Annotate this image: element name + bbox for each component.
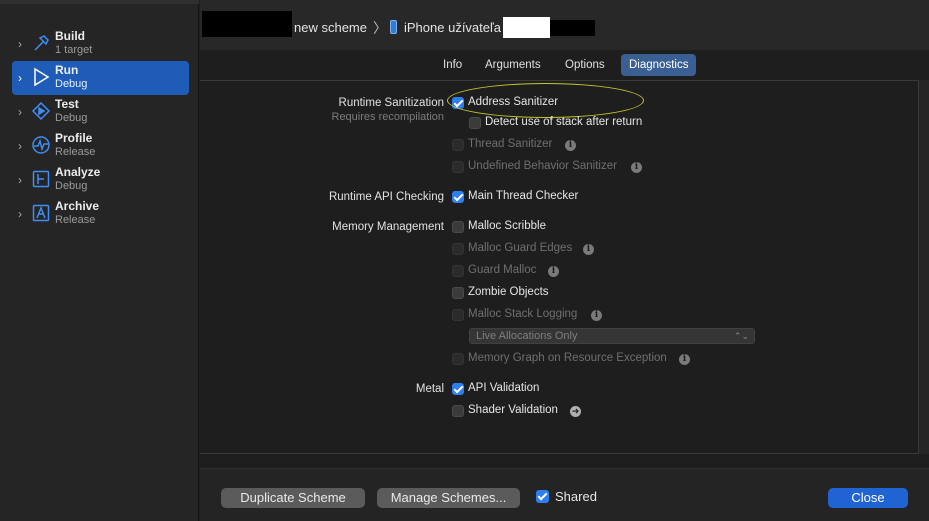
malloc-guard-edges-checkbox[interactable] — [452, 243, 464, 255]
close-button[interactable]: Close — [828, 488, 908, 508]
malloc-scribble-checkbox[interactable] — [452, 221, 464, 233]
sidebar-item-test[interactable]: › Test Debug — [12, 95, 189, 129]
info-icon[interactable]: i — [591, 310, 602, 321]
sidebar-item-sublabel: Debug — [55, 78, 88, 90]
guard-malloc-label: Guard Malloc — [468, 264, 537, 276]
sidebar-item-label: Build — [55, 29, 85, 43]
chevron-right-icon[interactable]: › — [18, 139, 28, 153]
sidebar-item-sublabel: Release — [55, 146, 96, 158]
scheme-action-sidebar: › Build 1 target › Run Debug › Test Debu… — [0, 0, 199, 521]
sidebar-top-strip — [0, 0, 199, 4]
analyze-icon — [31, 169, 51, 189]
memory-graph-label: Memory Graph on Resource Exception — [468, 352, 667, 364]
archive-icon — [31, 203, 51, 223]
memory-graph-checkbox[interactable] — [452, 353, 464, 365]
sidebar-item-sublabel: Release — [55, 214, 96, 226]
tab-bar: Info Arguments Options Diagnostics — [200, 52, 929, 78]
scheme-name[interactable]: new scheme — [294, 20, 367, 35]
highlight-ellipse — [447, 83, 644, 118]
info-icon[interactable]: i — [631, 162, 642, 173]
manage-schemes-button[interactable]: Manage Schemes... — [377, 488, 520, 508]
breadcrumb-separator: 〉 — [373, 20, 387, 36]
shared-checkbox[interactable] — [536, 490, 549, 503]
redacted-block — [549, 20, 595, 36]
redacted-block-white — [503, 17, 550, 38]
info-icon[interactable]: i — [565, 140, 576, 151]
api-validation-label: API Validation — [468, 382, 540, 394]
runtime-api-checking-label: Runtime API Checking — [328, 191, 444, 203]
malloc-guard-edges-label: Malloc Guard Edges — [468, 242, 573, 254]
main-thread-checker-checkbox[interactable] — [452, 191, 464, 203]
hammer-icon — [31, 33, 51, 53]
zombie-objects-checkbox[interactable] — [452, 287, 464, 299]
panel-edge — [919, 80, 929, 454]
info-icon[interactable]: i — [548, 266, 559, 277]
malloc-stack-logging-checkbox[interactable] — [452, 309, 464, 321]
shared-label: Shared — [555, 489, 597, 504]
memory-management-label: Memory Management — [332, 221, 444, 233]
arrow-right-circle-icon[interactable]: ➜ — [570, 406, 581, 417]
shader-validation-label: Shader Validation — [468, 404, 558, 416]
chevron-right-icon[interactable]: › — [18, 173, 28, 187]
chevron-right-icon[interactable]: › — [18, 37, 28, 51]
sidebar-item-sublabel: 1 target — [55, 44, 93, 56]
detect-stack-checkbox[interactable] — [469, 117, 481, 129]
chevron-right-icon[interactable]: › — [18, 71, 28, 85]
guard-malloc-checkbox[interactable] — [452, 265, 464, 277]
ub-sanitizer-checkbox[interactable] — [452, 161, 464, 173]
run-destination[interactable]: iPhone užívateľa — [404, 20, 501, 35]
tab-diagnostics[interactable]: Diagnostics — [621, 54, 697, 76]
sidebar-item-archive[interactable]: › Archive Release — [12, 197, 189, 231]
tab-arguments[interactable]: Arguments — [477, 54, 549, 76]
tab-options[interactable]: Options — [557, 54, 613, 76]
redacted-block — [202, 11, 292, 37]
malloc-scribble-label: Malloc Scribble — [468, 220, 546, 232]
sidebar-item-label: Profile — [55, 131, 93, 145]
chevron-updown-icon: ⌃⌄ — [733, 331, 749, 341]
info-icon[interactable]: i — [679, 354, 690, 365]
allocations-select-value: Live Allocations Only — [476, 330, 578, 342]
metal-label: Metal — [415, 383, 444, 395]
duplicate-scheme-button[interactable]: Duplicate Scheme — [221, 488, 365, 508]
sidebar-item-sublabel: Debug — [55, 112, 88, 124]
allocations-select[interactable]: Live Allocations Only ⌃⌄ — [469, 328, 755, 344]
runtime-sanitization-label: Runtime Sanitization — [338, 97, 444, 109]
sidebar-item-label: Archive — [55, 199, 100, 213]
requires-recompilation-note: Requires recompilation — [331, 111, 445, 123]
malloc-stack-logging-label: Malloc Stack Logging — [468, 308, 578, 320]
sidebar-item-build[interactable]: › Build 1 target — [12, 27, 189, 61]
sidebar-item-label: Analyze — [55, 165, 101, 179]
sidebar-item-sublabel: Debug — [55, 180, 88, 192]
detect-stack-label: Detect use of stack after return — [485, 116, 643, 128]
sidebar-item-run[interactable]: › Run Debug — [12, 61, 189, 95]
info-icon[interactable]: i — [583, 244, 594, 255]
play-icon — [31, 67, 51, 87]
chevron-right-icon[interactable]: › — [18, 105, 28, 119]
thread-sanitizer-label: Thread Sanitizer — [468, 138, 553, 150]
sidebar-item-profile[interactable]: › Profile Release — [12, 129, 189, 163]
iphone-icon — [390, 20, 397, 34]
thread-sanitizer-checkbox[interactable] — [452, 139, 464, 151]
sidebar-item-analyze[interactable]: › Analyze Debug — [12, 163, 189, 197]
diagnostics-panel — [200, 80, 919, 454]
sidebar-item-label: Run — [55, 63, 79, 77]
main-thread-checker-label: Main Thread Checker — [468, 190, 579, 202]
tab-info[interactable]: Info — [435, 54, 470, 76]
sidebar-item-label: Test — [55, 97, 79, 111]
zombie-objects-label: Zombie Objects — [468, 286, 549, 298]
gauge-icon — [31, 135, 51, 155]
ub-sanitizer-label: Undefined Behavior Sanitizer — [468, 160, 617, 172]
test-icon — [31, 101, 51, 121]
shader-validation-checkbox[interactable] — [452, 405, 464, 417]
api-validation-checkbox[interactable] — [452, 383, 464, 395]
chevron-right-icon[interactable]: › — [18, 207, 28, 221]
